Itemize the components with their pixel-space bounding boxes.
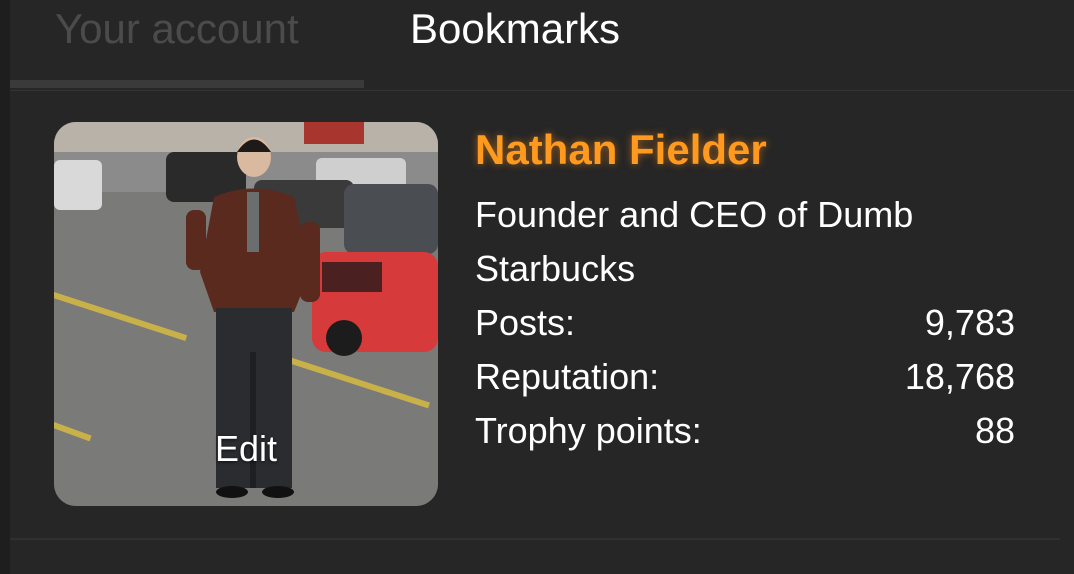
stat-label: Trophy points: (475, 410, 702, 451)
stat-value: 88 (974, 410, 1015, 451)
stat-label: Reputation: (475, 356, 660, 397)
avatar[interactable]: Edit (54, 122, 438, 506)
popup-tabs: Your account Bookmarks (10, 0, 1074, 91)
stat-trophy-points: Trophy points: 88 (475, 404, 1015, 458)
profile-title: Founder and CEO of Dumb Starbucks (475, 194, 914, 289)
stat-value: 9,783 (924, 302, 1015, 343)
divider (10, 538, 1060, 540)
avatar-edit-label[interactable]: Edit (54, 428, 438, 470)
account-popup: Your account Bookmarks Edit Nathan Field… (10, 0, 1074, 574)
tab-bookmarks[interactable]: Bookmarks (410, 4, 620, 54)
profile-name-link[interactable]: Nathan Fielder (475, 126, 767, 174)
stat-posts: Posts: 9,783 (475, 296, 1015, 350)
stat-value: 18,768 (904, 356, 1015, 397)
tab-your-account[interactable]: Your account (55, 4, 299, 54)
tab-your-account-indicator (10, 80, 364, 88)
stat-label: Posts: (475, 302, 576, 343)
stat-reputation: Reputation: 18,768 (475, 350, 1015, 404)
